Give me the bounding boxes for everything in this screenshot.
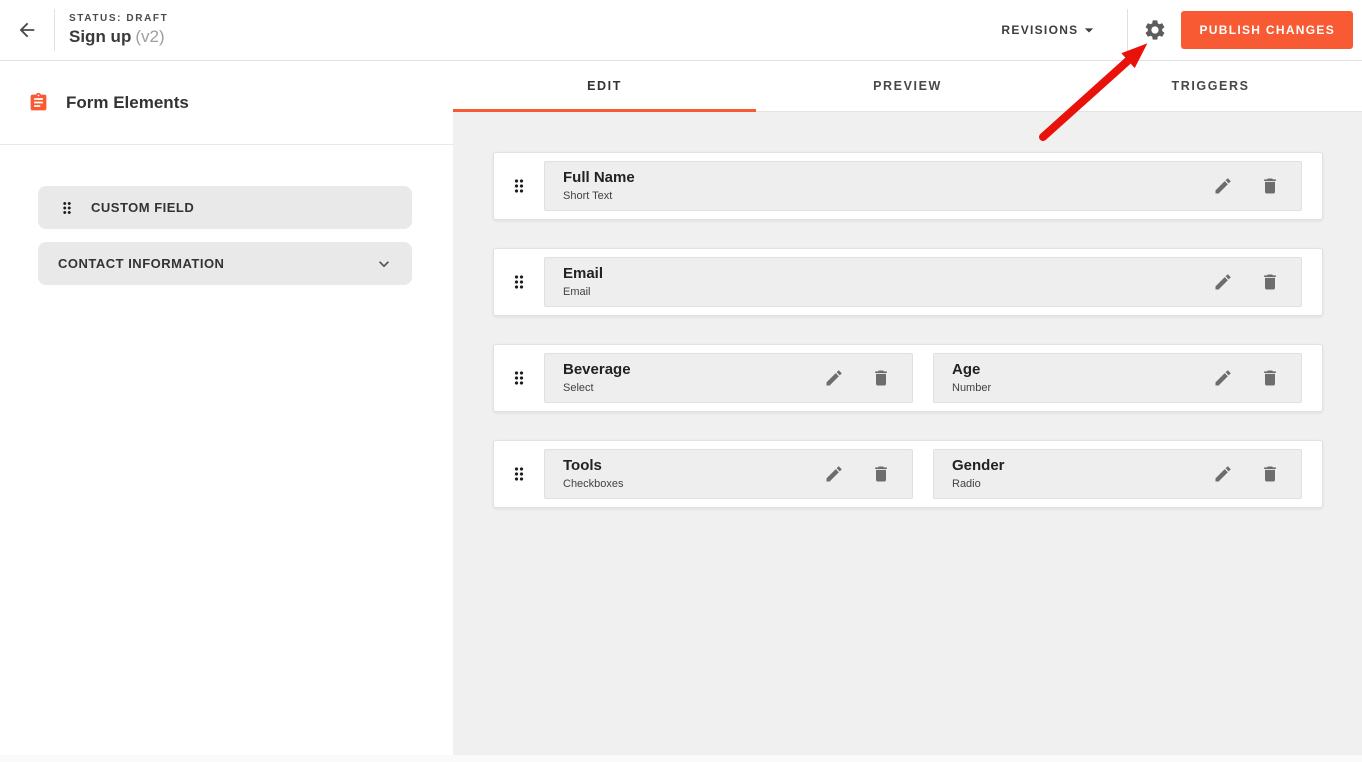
tab-bar: EDIT PREVIEW TRIGGERS	[453, 61, 1362, 112]
top-bar: STATUS: DRAFT Sign up(v2) REVISIONS PUBL…	[0, 0, 1362, 61]
tab-triggers[interactable]: TRIGGERS	[1059, 61, 1362, 111]
sidebar: Form Elements CUSTOM FIELD CONTACT INFOR…	[0, 61, 453, 755]
field-type: Short Text	[563, 190, 1213, 202]
bottom-strip	[0, 755, 1362, 762]
revisions-dropdown-button[interactable]: REVISIONS	[997, 14, 1103, 46]
revisions-label: REVISIONS	[1001, 23, 1078, 37]
trash-icon	[1260, 176, 1280, 196]
field-row: Full Name Short Text	[493, 152, 1323, 220]
tab-preview[interactable]: PREVIEW	[756, 61, 1059, 111]
field-beverage[interactable]: Beverage Select	[544, 353, 913, 403]
pencil-icon	[1213, 176, 1233, 196]
trash-icon	[1260, 272, 1280, 292]
field-type: Checkboxes	[563, 478, 824, 490]
drag-handle-icon[interactable]	[494, 368, 544, 388]
title-block: STATUS: DRAFT Sign up(v2)	[69, 13, 168, 47]
sidebar-header: Form Elements	[0, 61, 453, 145]
divider	[1127, 9, 1128, 51]
sidebar-list: CUSTOM FIELD CONTACT INFORMATION	[0, 145, 453, 285]
field-row: Email Email	[493, 248, 1323, 316]
trash-icon	[1260, 464, 1280, 484]
field-title: Email	[563, 266, 1213, 283]
edit-field-button[interactable]	[1213, 368, 1233, 388]
edit-field-button[interactable]	[1213, 272, 1233, 292]
pencil-icon	[824, 368, 844, 388]
publish-changes-button[interactable]: PUBLISH CHANGES	[1181, 11, 1353, 49]
field-title: Full Name	[563, 170, 1213, 187]
pencil-icon	[1213, 464, 1233, 484]
trash-icon	[1260, 368, 1280, 388]
sidebar-item-contact-information[interactable]: CONTACT INFORMATION	[38, 242, 412, 285]
delete-field-button[interactable]	[1260, 464, 1280, 484]
field-gender[interactable]: Gender Radio	[933, 449, 1302, 499]
settings-gear-button[interactable]	[1143, 18, 1167, 42]
edit-field-button[interactable]	[1213, 176, 1233, 196]
delete-field-button[interactable]	[1260, 176, 1280, 196]
field-type: Email	[563, 286, 1213, 298]
field-row: Beverage Select	[493, 344, 1323, 412]
field-type: Number	[952, 382, 1213, 394]
field-type: Select	[563, 382, 824, 394]
clipboard-icon	[28, 92, 49, 113]
trash-icon	[871, 464, 891, 484]
sidebar-item-custom-field[interactable]: CUSTOM FIELD	[38, 186, 412, 229]
pencil-icon	[1213, 272, 1233, 292]
status-label: STATUS: DRAFT	[69, 13, 168, 25]
sidebar-item-label: CONTACT INFORMATION	[58, 256, 224, 271]
field-title: Gender	[952, 458, 1213, 475]
field-tools[interactable]: Tools Checkboxes	[544, 449, 913, 499]
edit-field-button[interactable]	[1213, 464, 1233, 484]
field-age[interactable]: Age Number	[933, 353, 1302, 403]
back-button[interactable]	[0, 0, 54, 60]
gear-icon	[1143, 18, 1167, 42]
chevron-down-icon	[374, 254, 394, 274]
delete-field-button[interactable]	[1260, 272, 1280, 292]
tab-edit[interactable]: EDIT	[453, 61, 756, 111]
trash-icon	[871, 368, 891, 388]
field-title: Tools	[563, 458, 824, 475]
delete-field-button[interactable]	[871, 368, 891, 388]
sidebar-title: Form Elements	[66, 93, 189, 113]
drag-handle-icon[interactable]	[494, 464, 544, 484]
caret-down-icon	[1079, 20, 1099, 40]
pencil-icon	[824, 464, 844, 484]
field-full-name[interactable]: Full Name Short Text	[544, 161, 1302, 211]
main-area: EDIT PREVIEW TRIGGERS Full Name Short Te…	[453, 61, 1362, 755]
version-label: (v2)	[135, 27, 164, 46]
field-row: Tools Checkboxes	[493, 440, 1323, 508]
form-canvas: Full Name Short Text	[453, 112, 1362, 755]
pencil-icon	[1213, 368, 1233, 388]
delete-field-button[interactable]	[1260, 368, 1280, 388]
edit-field-button[interactable]	[824, 368, 844, 388]
page-title: Sign up	[69, 27, 131, 46]
field-title: Beverage	[563, 362, 824, 379]
drag-handle-icon[interactable]	[494, 176, 544, 196]
arrow-left-icon	[16, 19, 38, 41]
edit-field-button[interactable]	[824, 464, 844, 484]
divider	[54, 9, 55, 51]
field-type: Radio	[952, 478, 1213, 490]
sidebar-item-label: CUSTOM FIELD	[91, 200, 194, 215]
delete-field-button[interactable]	[871, 464, 891, 484]
drag-handle-icon[interactable]	[494, 272, 544, 292]
field-title: Age	[952, 362, 1213, 379]
drag-handle-icon	[58, 199, 76, 217]
field-email[interactable]: Email Email	[544, 257, 1302, 307]
